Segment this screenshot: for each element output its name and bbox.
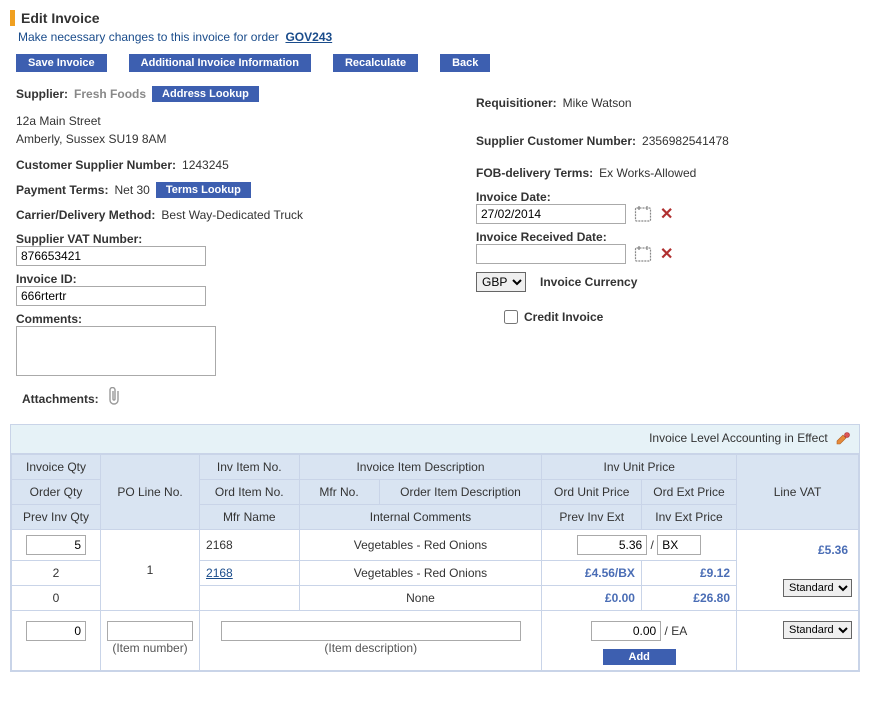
ord-desc-cell: Vegetables - Red Onions: [299, 561, 542, 586]
supp-vat-input[interactable]: [16, 246, 206, 266]
th-mfr-no: Mfr No.: [299, 480, 379, 505]
th-line-vat: Line VAT: [737, 455, 859, 530]
line-vat-total: £5.36: [818, 543, 848, 557]
currency-label: Invoice Currency: [540, 275, 637, 289]
attachments-label: Attachments:: [22, 392, 99, 406]
calendar-icon[interactable]: [634, 245, 652, 263]
comments-textarea[interactable]: [16, 326, 216, 376]
page-title: Edit Invoice: [21, 10, 100, 26]
back-button[interactable]: Back: [440, 54, 490, 72]
th-ord-item-no: Ord Item No.: [200, 480, 300, 505]
attachment-icon[interactable]: [107, 387, 121, 410]
supplier-label: Supplier:: [16, 87, 68, 101]
requisitioner-label: Requisitioner:: [476, 96, 557, 110]
inv-item-no-cell: 2168: [200, 530, 300, 561]
calendar-icon[interactable]: [634, 205, 652, 223]
address-lookup-button[interactable]: Address Lookup: [152, 86, 259, 102]
inv-ext-price-cell: £26.80: [693, 591, 730, 605]
accounting-tool-icon[interactable]: [835, 431, 851, 447]
prev-inv-qty-cell: 0: [12, 586, 101, 611]
th-inv-item-no: Inv Item No.: [200, 455, 300, 480]
supplier-addr-line1: 12a Main Street: [16, 112, 446, 130]
supplier-name: Fresh Foods: [74, 87, 146, 101]
add-line-button[interactable]: Add: [603, 649, 676, 665]
cust-supp-no-label: Customer Supplier Number:: [16, 158, 176, 172]
new-item-no-hint: (Item number): [112, 641, 187, 655]
comments-label: Comments:: [16, 312, 446, 326]
carrier-value: Best Way-Dedicated Truck: [161, 208, 303, 222]
th-prev-inv-qty: Prev Inv Qty: [12, 505, 101, 530]
save-invoice-button[interactable]: Save Invoice: [16, 54, 107, 72]
po-line-cell: 1: [101, 530, 200, 611]
new-uom-text: EA: [671, 624, 687, 638]
line-vat-select[interactable]: Standard: [783, 579, 852, 597]
invoice-recv-input[interactable]: [476, 244, 626, 264]
th-inv-ext-price: Inv Ext Price: [641, 505, 736, 530]
th-inv-desc: Invoice Item Description: [299, 455, 542, 480]
fob-label: FOB-delivery Terms:: [476, 166, 593, 180]
new-desc-input[interactable]: [221, 621, 521, 641]
th-mfr-name: Mfr Name: [200, 505, 300, 530]
th-inv-qty: Invoice Qty: [12, 455, 101, 480]
ord-unit-price-cell: £4.56/BX: [585, 566, 635, 580]
requisitioner-value: Mike Watson: [563, 96, 632, 110]
currency-select[interactable]: GBP: [476, 272, 526, 292]
order-link[interactable]: GOV243: [285, 30, 332, 44]
accent-bar: [10, 10, 15, 26]
inv-qty-input[interactable]: [26, 535, 86, 555]
payment-terms-value: Net 30: [114, 183, 149, 197]
prev-inv-ext-cell: £0.00: [605, 591, 635, 605]
carrier-label: Carrier/Delivery Method:: [16, 208, 155, 222]
invoice-id-input[interactable]: [16, 286, 206, 306]
invoice-date-input[interactable]: [476, 204, 626, 224]
mfr-name-cell: [200, 586, 300, 611]
new-qty-input[interactable]: [26, 621, 86, 641]
th-order-qty: Order Qty: [12, 480, 101, 505]
recalculate-button[interactable]: Recalculate: [333, 54, 418, 72]
new-desc-hint: (Item description): [324, 641, 417, 655]
fob-value: Ex Works-Allowed: [599, 166, 696, 180]
ord-ext-price-cell: £9.12: [700, 566, 730, 580]
payment-terms-label: Payment Terms:: [16, 183, 108, 197]
th-inv-unit-price: Inv Unit Price: [542, 455, 737, 480]
supp-vat-label: Supplier VAT Number:: [16, 232, 446, 246]
clear-date-icon[interactable]: ✕: [660, 204, 673, 224]
cust-supp-no-value: 1243245: [182, 158, 229, 172]
th-po-line: PO Line No.: [101, 455, 200, 530]
invoice-date-label: Invoice Date:: [476, 190, 860, 204]
page-subtitle: Make necessary changes to this invoice f…: [18, 30, 860, 44]
clear-date-icon[interactable]: ✕: [660, 244, 673, 264]
credit-invoice-checkbox[interactable]: [504, 310, 518, 324]
invoice-recv-label: Invoice Received Date:: [476, 230, 860, 244]
inv-uom-input[interactable]: [657, 535, 701, 555]
invoice-items-table: Invoice Qty PO Line No. Inv Item No. Inv…: [11, 454, 859, 671]
th-int-comments: Internal Comments: [299, 505, 542, 530]
th-ord-desc: Order Item Description: [379, 480, 542, 505]
order-qty-cell: 2: [12, 561, 101, 586]
ord-item-no-link[interactable]: 2168: [206, 566, 233, 580]
supp-cust-no-value: 2356982541478: [642, 134, 729, 148]
invoice-id-label: Invoice ID:: [16, 272, 446, 286]
supplier-addr-line2: Amberly, Sussex SU19 8AM: [16, 130, 446, 148]
new-item-no-input[interactable]: [107, 621, 193, 641]
new-vat-select[interactable]: Standard: [783, 621, 852, 639]
th-prev-inv-ext: Prev Inv Ext: [542, 505, 642, 530]
th-ord-ext-price: Ord Ext Price: [641, 480, 736, 505]
table-row: 1 2168 Vegetables - Red Onions / £5.36 S…: [12, 530, 859, 561]
credit-invoice-label: Credit Invoice: [524, 310, 603, 324]
table-row-new: (Item number) (Item description) / EA Ad…: [12, 611, 859, 671]
terms-lookup-button[interactable]: Terms Lookup: [156, 182, 251, 198]
inv-unit-price-input[interactable]: [577, 535, 647, 555]
inv-desc-cell: Vegetables - Red Onions: [299, 530, 542, 561]
additional-info-button[interactable]: Additional Invoice Information: [129, 54, 311, 72]
th-ord-unit-price: Ord Unit Price: [542, 480, 642, 505]
int-comments-cell: None: [299, 586, 542, 611]
supp-cust-no-label: Supplier Customer Number:: [476, 134, 636, 148]
accounting-level-text: Invoice Level Accounting in Effect: [649, 431, 828, 445]
new-price-input[interactable]: [591, 621, 661, 641]
